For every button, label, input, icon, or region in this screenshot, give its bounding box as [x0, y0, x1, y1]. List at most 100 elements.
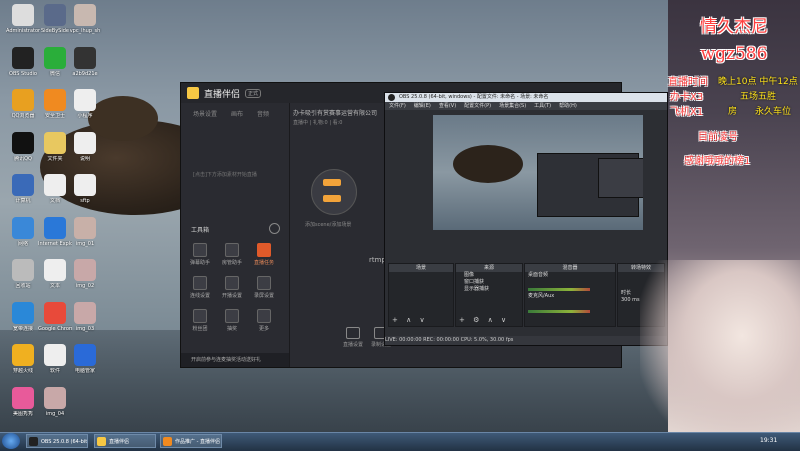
desktop-icon[interactable]: Administrator	[6, 4, 40, 34]
start-button[interactable]	[2, 433, 20, 449]
tools-settings-icon[interactable]	[269, 223, 280, 234]
menu-view[interactable]: 查看(V)	[439, 102, 456, 110]
zhibo-notice[interactable]: 开启前参与连麦抽奖活动送好礼	[181, 353, 289, 367]
menu-file[interactable]: 文件(F)	[389, 102, 406, 110]
desktop-icon-label: vpc_lhup_sh	[69, 28, 101, 34]
desktop-icon-label: 电脑管家	[74, 368, 95, 374]
source-item[interactable]: 图像	[456, 272, 522, 279]
obs-titlebar[interactable]: OBS 25.0.8 (64-bit, windows) - 配置文件: 未命名…	[385, 93, 667, 102]
desktop-icon[interactable]: 小程序	[68, 89, 102, 119]
scene-caption: 添加scene/添加场景	[305, 222, 352, 228]
desktop-icon-label: img_01	[75, 240, 95, 247]
mixer-mic-label: 麦克风/Aux	[528, 293, 555, 299]
app-icon	[74, 131, 96, 154]
taskbar-item[interactable]: 直播伴侣	[94, 434, 156, 448]
app-icon	[12, 301, 34, 324]
desktop-icon[interactable]: 微信	[38, 46, 72, 77]
desktop-icon-label: 宽带连接	[12, 325, 33, 332]
menu-tools[interactable]: 工具(T)	[534, 102, 551, 110]
desktop-icon[interactable]: 网络	[6, 216, 40, 247]
tool-lottery[interactable]: 抽奖	[219, 309, 245, 332]
taskbar-app-icon	[97, 437, 106, 446]
menu-help[interactable]: 帮助(H)	[559, 102, 577, 110]
tab-scene[interactable]: 场景设置	[193, 109, 217, 118]
taskbar-item-label: OBS 25.0.8 (64-bit)	[41, 439, 88, 445]
menu-scene-collection[interactable]: 场景集合(S)	[499, 102, 526, 110]
desktop-icon[interactable]: 说明	[68, 131, 102, 162]
desktop-icon[interactable]: vpc_lhup_sh	[68, 4, 102, 34]
desktop-icon[interactable]: img_03	[68, 301, 102, 332]
tab-canvas[interactable]: 画布	[231, 109, 243, 118]
overlay-card: 办卡X3	[670, 92, 704, 103]
desktop-icon-label: 说明	[79, 155, 90, 162]
desktop-icon[interactable]: OBS Studio	[6, 46, 40, 77]
tool-link[interactable]: 连线设置	[187, 276, 213, 299]
desktop-icon[interactable]: sftp	[68, 174, 102, 204]
desktop-icon[interactable]: SideBySide	[38, 4, 72, 34]
tool-fans[interactable]: 粉丝团	[187, 309, 213, 332]
desktop-icon-label: 美图秀秀	[12, 410, 33, 417]
desktop-icon[interactable]: QQ浏览器	[6, 89, 40, 119]
desktop-icon[interactable]: Google Chrome	[38, 301, 72, 332]
desktop-icon[interactable]: 宽带连接	[6, 301, 40, 332]
desktop-icon[interactable]: 文档	[38, 174, 72, 204]
tool-danmu[interactable]: 弹幕助手	[187, 243, 213, 266]
overlay-schedule-label: 直播时间	[668, 77, 708, 88]
lottery-icon	[225, 309, 239, 323]
desktop-icon[interactable]: a2b9d21e	[68, 46, 102, 77]
desktop-icon[interactable]: 软件	[38, 344, 72, 374]
app-icon	[12, 344, 34, 366]
mixer-panel[interactable]: 混音器 桌面音频 麦克风/Aux	[524, 263, 616, 327]
sources-controls[interactable]: + ⚙ ∧ ∨	[459, 316, 509, 324]
obs-statusbar: LIVE: 00:00:00 REC: 00:00:00 CPU: 5.0%, …	[385, 336, 667, 345]
tool-task[interactable]: 直播任务	[251, 243, 277, 266]
app-icon	[44, 46, 66, 69]
obs-preview-canvas[interactable]	[433, 115, 643, 230]
mic-audio-meter[interactable]	[528, 310, 590, 313]
source-item[interactable]: 窗口捕获	[456, 279, 522, 286]
desktop-icon[interactable]: 文件夹	[38, 131, 72, 162]
desktop-icon[interactable]: 计算机	[6, 174, 40, 204]
desktop-icon[interactable]: 电脑管家	[68, 344, 102, 374]
tool-record[interactable]: 录屏设置	[251, 276, 277, 299]
desktop-icon-label: QQ浏览器	[11, 113, 35, 119]
tab-audio[interactable]: 音频	[257, 109, 269, 118]
anime-character-image	[640, 260, 800, 450]
desktop-icon[interactable]: Internet Explorer	[38, 216, 72, 247]
live-settings-button[interactable]: 直播设置	[341, 327, 365, 348]
desktop-icon[interactable]: 文本	[38, 259, 72, 289]
tools-title: 工具箱	[191, 227, 210, 234]
tool-label: 房管助手	[221, 260, 242, 266]
tool-live-settings[interactable]: 开播设置	[219, 276, 245, 299]
obs-window[interactable]: OBS 25.0.8 (64-bit, windows) - 配置文件: 未命名…	[384, 92, 668, 346]
desktop-icon[interactable]: img_04	[38, 386, 72, 417]
source-item[interactable]: 显示器捕获	[456, 286, 522, 293]
tool-more[interactable]: 更多	[251, 309, 277, 332]
taskbar-item[interactable]: 作品推广 - 直播伴侣	[160, 434, 222, 448]
desktop-icon-label: 文档	[49, 198, 60, 204]
desktop-audio-meter[interactable]	[528, 288, 590, 291]
scenes-controls[interactable]: + ∧ ∨	[392, 316, 428, 324]
app-icon	[44, 174, 66, 196]
desktop-icon[interactable]: img_01	[68, 216, 102, 247]
scene-add-circle[interactable]	[311, 169, 357, 215]
menu-edit[interactable]: 编辑(E)	[414, 102, 431, 110]
scenes-panel[interactable]: 场景 + ∧ ∨	[388, 263, 454, 327]
sources-panel[interactable]: 来源 图像 窗口捕获 显示器捕获 + ⚙ ∧ ∨	[455, 263, 523, 327]
danmu-icon	[193, 243, 207, 257]
desktop-icon[interactable]: 安全卫士	[38, 89, 72, 119]
desktop-icon[interactable]: 美图秀秀	[6, 386, 40, 417]
tray-clock[interactable]: 19:31	[760, 437, 777, 444]
desktop-icon[interactable]: 穿越火线	[6, 344, 40, 374]
desktop-icon-label: 回收站	[15, 283, 31, 289]
record-icon	[257, 276, 271, 290]
desktop-icon[interactable]: img_02	[68, 259, 102, 289]
app-icon	[12, 174, 34, 196]
menu-profile[interactable]: 配置文件(P)	[464, 102, 491, 110]
app-icon	[12, 4, 34, 26]
tool-admin[interactable]: 房管助手	[219, 243, 245, 266]
desktop-icon[interactable]: 腾讯QQ	[6, 131, 40, 162]
scene-pill-2	[323, 195, 341, 202]
taskbar-item[interactable]: OBS 25.0.8 (64-bit)	[26, 434, 88, 448]
desktop-icon[interactable]: 回收站	[6, 259, 40, 289]
